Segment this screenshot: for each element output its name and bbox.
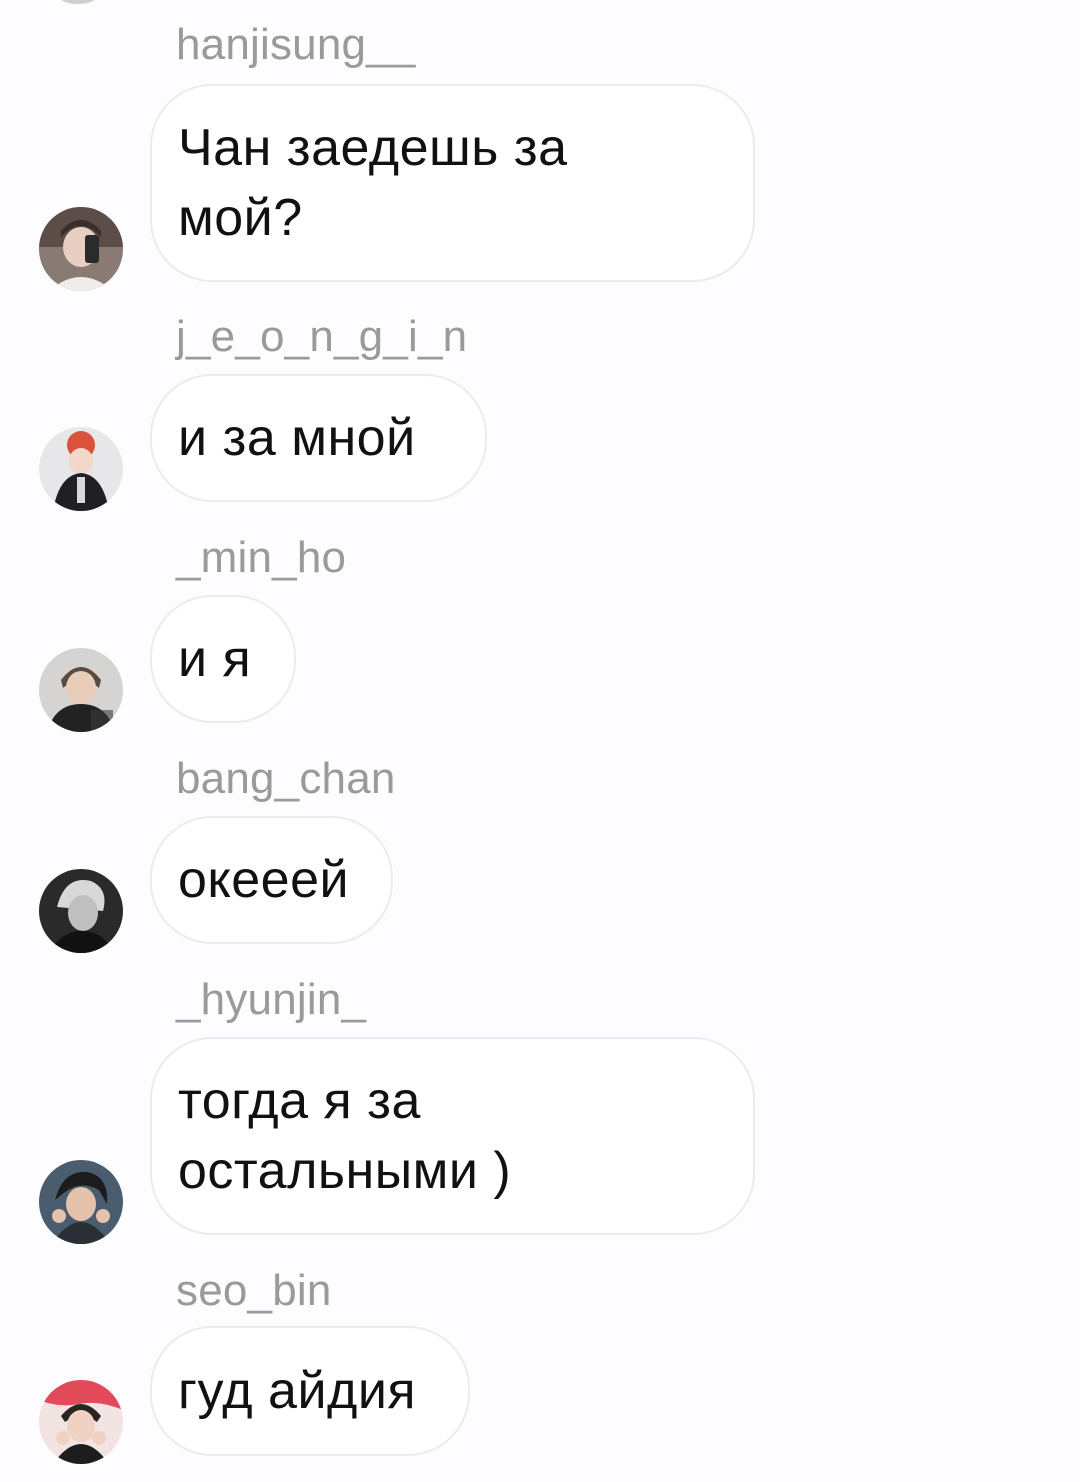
message-username[interactable]: _min_ho: [176, 533, 346, 583]
avatar[interactable]: [39, 648, 123, 732]
message-username[interactable]: hanjisung__: [176, 20, 416, 70]
avatar-cutoff: [60, 0, 96, 4]
message-bubble[interactable]: и за мной: [150, 374, 487, 502]
avatar[interactable]: [39, 1380, 123, 1464]
chat-thread: hanjisung__ Чан заедешь за мой? j_e_o_n_…: [0, 0, 1080, 1482]
message-username[interactable]: seo_bin: [176, 1266, 332, 1316]
message-bubble[interactable]: гуд айдия: [150, 1326, 470, 1456]
message-text: Чан заедешь за мой?: [178, 119, 568, 247]
message-text: окееей: [178, 851, 350, 909]
message-username[interactable]: bang_chan: [176, 754, 396, 804]
message-username[interactable]: j_e_o_n_g_i_n: [176, 312, 467, 362]
message-username[interactable]: _hyunjin_: [176, 975, 366, 1025]
message-text: и я: [178, 630, 252, 688]
avatar[interactable]: [39, 427, 123, 511]
message-text: гуд айдия: [178, 1362, 417, 1420]
message-text: тогда я за остальными ): [178, 1072, 512, 1200]
avatar[interactable]: [39, 869, 123, 953]
avatar[interactable]: [39, 207, 123, 291]
message-bubble[interactable]: окееей: [150, 816, 393, 944]
message-bubble[interactable]: Чан заедешь за мой?: [150, 84, 755, 282]
message-bubble[interactable]: тогда я за остальными ): [150, 1037, 755, 1235]
message-bubble[interactable]: и я: [150, 595, 296, 723]
message-text: и за мной: [178, 409, 416, 467]
avatar[interactable]: [39, 1160, 123, 1244]
